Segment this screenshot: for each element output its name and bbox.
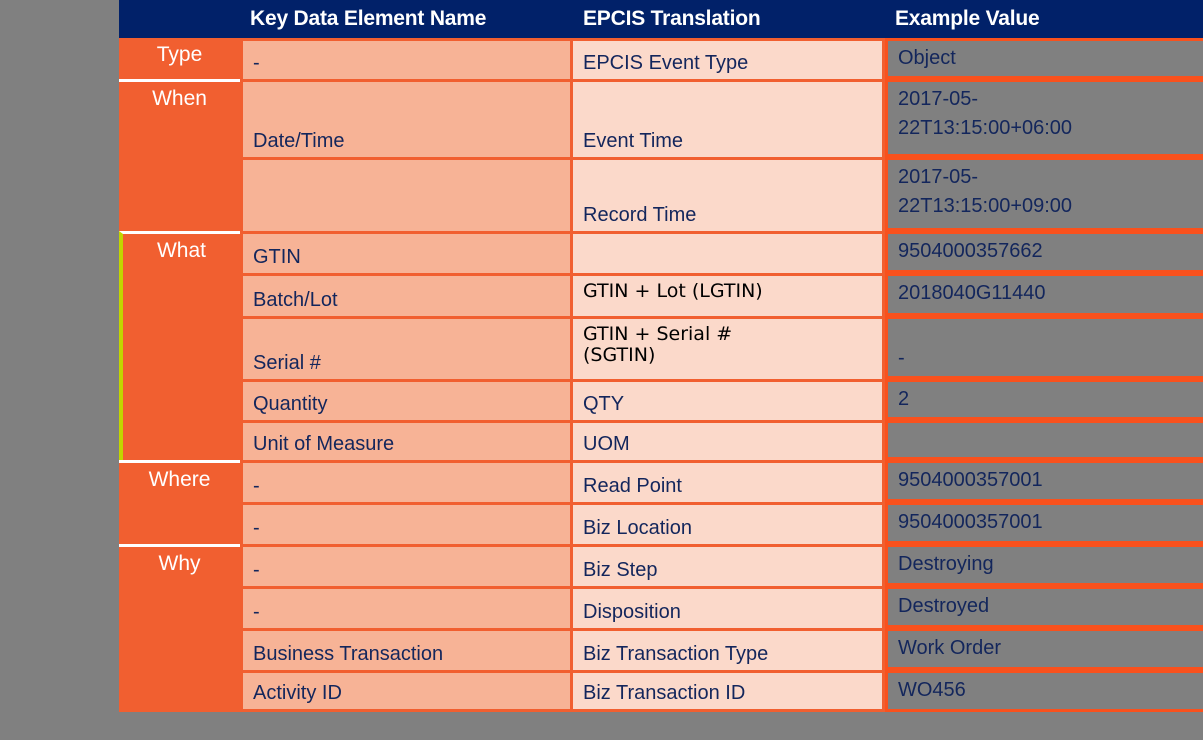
cell-epcis-translation: Record Time [573, 157, 885, 231]
header-row: Key Data Element Name EPCIS Translation … [119, 0, 1203, 38]
table-row: Record Time 2017-05- 22T13:15:00+09:00 [119, 157, 1203, 231]
cell-epcis-translation: Biz Location [573, 502, 885, 544]
table-row: What GTIN 9504000357662 [119, 231, 1203, 460]
table-row: Why - Biz Step Destroying [119, 544, 1203, 712]
cell-epcis-translation: Biz Transaction Type [573, 628, 885, 670]
cell-key-data-element-name: - [240, 586, 573, 628]
table-row: Batch/Lot GTIN + Lot (LGTIN) 2018040G11440 [119, 273, 1203, 316]
cell-key-data-element-name: - [240, 502, 573, 544]
cell-key-data-element-name: Batch/Lot [240, 273, 573, 316]
cell-example-value [885, 420, 1203, 460]
cell-example-value: 2017-05- 22T13:15:00+09:00 [885, 157, 1203, 231]
cell-epcis-translation: Event Time [573, 79, 885, 157]
cell-key-data-element-name: GTIN [240, 231, 573, 273]
cell-key-data-element-name: Date/Time [240, 79, 573, 157]
cell-epcis-translation [573, 231, 885, 273]
epcis-mapping-table: Key Data Element Name EPCIS Translation … [119, 0, 1203, 712]
cell-example-value: Destroying [885, 544, 1203, 586]
cell-example-value: 2018040G11440 [885, 273, 1203, 316]
table-row: Type - EPCIS Event Type Object [119, 38, 1203, 79]
cell-example-value: Work Order [885, 628, 1203, 670]
cell-key-data-element-name: Business Transaction [240, 628, 573, 670]
table-row: Unit of Measure UOM [119, 420, 1203, 460]
column-header-example-value: Example Value [885, 0, 1203, 38]
group-cell-type: Type [119, 38, 240, 79]
cell-key-data-element-name: - [240, 460, 573, 502]
cell-example-value: Object [885, 38, 1203, 79]
column-header-epcis-translation: EPCIS Translation [573, 0, 885, 38]
table-row: Activity ID Biz Transaction ID WO456 [119, 670, 1203, 712]
epcis-mapping-table-container: Key Data Element Name EPCIS Translation … [119, 0, 1203, 712]
cell-epcis-translation: UOM [573, 420, 885, 460]
cell-epcis-translation: Read Point [573, 460, 885, 502]
cell-example-value: Destroyed [885, 586, 1203, 628]
table-row: - Biz Location 9504000357001 [119, 502, 1203, 544]
table-row: - Disposition Destroyed [119, 586, 1203, 628]
cell-key-data-element-name: Unit of Measure [240, 420, 573, 460]
table-row: Business Transaction Biz Transaction Type… [119, 628, 1203, 670]
table-row: Quantity QTY 2 [119, 379, 1203, 420]
cell-epcis-translation: GTIN + Lot (LGTIN) [573, 273, 885, 316]
cell-epcis-translation: Biz Transaction ID [573, 670, 885, 712]
cell-key-data-element-name: - [240, 38, 573, 79]
cell-epcis-translation: GTIN + Serial # (SGTIN) [573, 316, 885, 379]
cell-key-data-element-name: Serial # [240, 316, 573, 379]
column-header-group [119, 0, 240, 38]
cell-key-data-element-name [240, 157, 573, 231]
cell-example-value: 2 [885, 379, 1203, 420]
cell-example-value: - [885, 316, 1203, 379]
table-row: Serial # GTIN + Serial # (SGTIN) - [119, 316, 1203, 379]
group-cell-why: Why [119, 544, 240, 712]
cell-example-value: WO456 [885, 670, 1203, 712]
table-body: Type - EPCIS Event Type Object When Date/Time… [119, 38, 1203, 712]
cell-epcis-translation: EPCIS Event Type [573, 38, 885, 79]
group-cell-what: What [119, 231, 240, 460]
table-row: Where - Read Point 9504000357001 [119, 460, 1203, 544]
table-header: Key Data Element Name EPCIS Translation … [119, 0, 1203, 38]
cell-example-value: 2017-05- 22T13:15:00+06:00 [885, 79, 1203, 157]
group-cell-where: Where [119, 460, 240, 544]
column-header-key-data-element-name: Key Data Element Name [240, 0, 573, 38]
cell-epcis-translation: Disposition [573, 586, 885, 628]
cell-epcis-translation: Biz Step [573, 544, 885, 586]
cell-key-data-element-name: Quantity [240, 379, 573, 420]
cell-example-value: 9504000357662 [885, 231, 1203, 273]
cell-example-value: 9504000357001 [885, 502, 1203, 544]
group-cell-when: When [119, 79, 240, 231]
cell-key-data-element-name: Activity ID [240, 670, 573, 712]
cell-epcis-translation: QTY [573, 379, 885, 420]
cell-key-data-element-name: - [240, 544, 573, 586]
table-row: When Date/Time Event Time 2017-05- 22T13:15… [119, 79, 1203, 231]
cell-example-value: 9504000357001 [885, 460, 1203, 502]
